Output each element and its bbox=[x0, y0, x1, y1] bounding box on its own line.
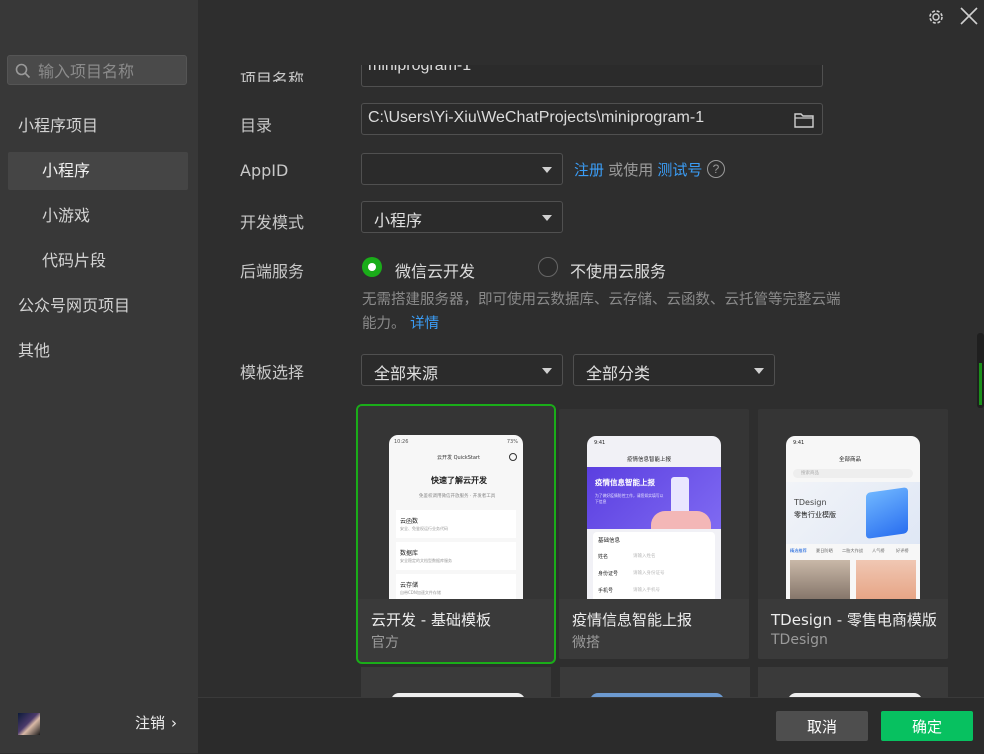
nav-miniprogram[interactable]: 小程序 bbox=[8, 152, 188, 190]
appid-label: AppID bbox=[240, 161, 289, 180]
template-caption: 疫情信息智能上报 微搭 bbox=[559, 599, 749, 659]
template-source: 微搭 bbox=[572, 635, 600, 651]
project-search[interactable] bbox=[7, 55, 187, 85]
radio-cloud-dev-label[interactable]: 微信云开发 bbox=[395, 258, 475, 282]
nav-miniprogram-projects[interactable]: 小程序项目 bbox=[8, 107, 188, 145]
dir-value: C:\Users\Yi-Xiu\WeChatProjects\miniprogr… bbox=[368, 109, 705, 126]
template-label: 模板选择 bbox=[240, 363, 305, 382]
search-icon bbox=[15, 63, 31, 79]
register-link[interactable]: 注册 bbox=[574, 161, 604, 179]
dir-label: 目录 bbox=[240, 116, 273, 135]
dev-mode-select[interactable]: 小程序 bbox=[361, 201, 563, 233]
project-name-input[interactable]: miniprogram-1 bbox=[361, 65, 823, 87]
phone-preview: 10:26 73% 云开发 QuickStart 快速了解云开发 免鉴权调用微信… bbox=[389, 435, 523, 605]
template-card-tdesign-retail[interactable]: 9:41 全部商品 搜索商品 TDesign 零售行业模版 精选推荐 夏日防晒 … bbox=[758, 409, 948, 659]
preview-row: 云存储 自带CDN加速文件存储 bbox=[396, 574, 516, 602]
confirm-button[interactable]: 确定 bbox=[881, 711, 973, 741]
template-title: 疫情信息智能上报 bbox=[572, 611, 693, 629]
chevron-right-icon: › bbox=[171, 714, 178, 732]
help-circle-icon[interactable]: ? bbox=[707, 160, 725, 178]
or-use-text: 或使用 bbox=[608, 161, 654, 179]
preview-search: 搜索商品 bbox=[793, 469, 913, 478]
backend-label: 后端服务 bbox=[240, 262, 305, 281]
dev-mode-label: 开发模式 bbox=[240, 213, 305, 232]
preview-banner: TDesign 零售行业模版 bbox=[786, 482, 920, 544]
appid-links: 注册 或使用 测试号 bbox=[574, 159, 702, 180]
radio-cloud-dev[interactable] bbox=[362, 257, 382, 277]
chevron-down-icon bbox=[542, 215, 552, 221]
radio-no-cloud[interactable] bbox=[538, 257, 558, 277]
category-filter-select[interactable]: 全部分类 bbox=[573, 354, 775, 386]
gear-icon[interactable] bbox=[926, 7, 946, 27]
logout-button[interactable]: 注销 › bbox=[135, 712, 177, 733]
radio-no-cloud-label[interactable]: 不使用云服务 bbox=[570, 258, 666, 282]
template-card-epidemic-report[interactable]: 9:41 疫情信息智能上报 疫情信息智能上报 为了做好疫情防控工作，请您如实填写… bbox=[559, 409, 749, 659]
template-card-cloud-basic[interactable]: 10:26 73% 云开发 QuickStart 快速了解云开发 免鉴权调用微信… bbox=[358, 406, 554, 662]
chevron-down-icon bbox=[542, 167, 552, 173]
preview-banner: 疫情信息智能上报 为了做好疫情防控工作，请您如实填写以下信息 bbox=[587, 467, 721, 529]
folder-icon[interactable] bbox=[794, 112, 814, 128]
chevron-down-icon bbox=[754, 368, 764, 374]
project-name-label: 项目名称 bbox=[240, 70, 305, 82]
3d-illustration bbox=[866, 487, 908, 539]
details-link[interactable]: 详情 bbox=[410, 316, 439, 332]
preview-row: 云函数 安全、免鉴权运行业务代码 bbox=[396, 510, 516, 538]
nav-official-web-project[interactable]: 公众号网页项目 bbox=[8, 287, 188, 325]
close-icon[interactable] bbox=[958, 5, 980, 27]
logout-label: 注销 bbox=[135, 714, 166, 732]
dir-input[interactable]: C:\Users\Yi-Xiu\WeChatProjects\miniprogr… bbox=[361, 103, 823, 135]
source-filter-select[interactable]: 全部来源 bbox=[361, 354, 563, 386]
scrollbar[interactable] bbox=[977, 333, 984, 408]
cancel-button[interactable]: 取消 bbox=[776, 711, 868, 741]
search-input[interactable] bbox=[36, 60, 185, 82]
template-source: TDesign bbox=[771, 632, 828, 648]
record-icon bbox=[509, 453, 517, 461]
nav-other[interactable]: 其他 bbox=[8, 332, 188, 370]
template-caption: TDesign - 零售电商模版 TDesign bbox=[758, 599, 948, 659]
hands-illustration bbox=[651, 511, 711, 529]
chevron-down-icon bbox=[542, 368, 552, 374]
template-source: 官方 bbox=[371, 635, 399, 651]
test-id-link[interactable]: 测试号 bbox=[657, 161, 702, 179]
template-title: TDesign - 零售电商模版 bbox=[771, 611, 937, 629]
backend-description: 无需搭建服务器，即可使用云数据库、云存储、云函数、云托管等完整云端能力。 详情 bbox=[362, 292, 841, 332]
preview-form: 基础信息 姓名 请输入姓名 身份证号 请输入身份证号 手机号 请输入手机号 bbox=[593, 532, 715, 606]
template-caption: 云开发 - 基础模板 官方 bbox=[358, 599, 554, 659]
appid-select[interactable] bbox=[361, 153, 563, 185]
preview-tabs: 精选推荐 夏日防晒 二胎大作战 人气榜 好评榜 bbox=[790, 548, 909, 553]
sidebar: 小程序项目 小程序 小游戏 代码片段 公众号网页项目 其他 注销 › bbox=[0, 0, 198, 753]
phone-preview: 9:41 全部商品 搜索商品 TDesign 零售行业模版 精选推荐 夏日防晒 … bbox=[786, 436, 920, 606]
template-thumbnail: 10:26 73% 云开发 QuickStart 快速了解云开发 免鉴权调用微信… bbox=[358, 406, 554, 605]
template-thumbnail: 9:41 全部商品 搜索商品 TDesign 零售行业模版 精选推荐 夏日防晒 … bbox=[758, 409, 948, 606]
phone-preview: 9:41 疫情信息智能上报 疫情信息智能上报 为了做好疫情防控工作，请您如实填写… bbox=[587, 436, 721, 606]
template-title: 云开发 - 基础模板 bbox=[371, 611, 491, 629]
avatar[interactable] bbox=[18, 713, 40, 735]
nav-minigame[interactable]: 小游戏 bbox=[8, 197, 188, 235]
template-thumbnail: 9:41 疫情信息智能上报 疫情信息智能上报 为了做好疫情防控工作，请您如实填写… bbox=[559, 409, 749, 606]
dev-mode-value: 小程序 bbox=[374, 211, 423, 230]
preview-row: 数据库 安全稳定的文档型数据库服务 bbox=[396, 542, 516, 570]
nav-code-snippet[interactable]: 代码片段 bbox=[8, 242, 188, 280]
